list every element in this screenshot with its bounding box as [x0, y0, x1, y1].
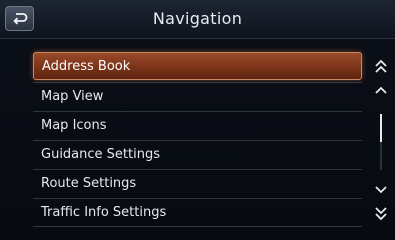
menu-item-label: Map View	[41, 89, 104, 104]
page-up-button[interactable]	[371, 58, 391, 76]
double-chevron-down-icon	[375, 207, 387, 221]
back-button[interactable]	[5, 6, 34, 31]
page-down-button[interactable]	[371, 204, 391, 222]
chevron-down-icon	[375, 186, 387, 194]
header-bar: Navigation	[0, 0, 395, 39]
menu-item-route-settings[interactable]: Route Settings	[33, 169, 362, 197]
back-arrow-icon	[13, 13, 28, 25]
menu-item-traffic-info-settings[interactable]: Traffic Info Settings	[33, 198, 362, 226]
menu-item-label: Route Settings	[41, 176, 137, 191]
menu-item-map-view[interactable]: Map View	[33, 82, 362, 110]
menu-item-address-book[interactable]: Address Book	[33, 52, 362, 80]
scroll-thumb[interactable]	[380, 114, 382, 142]
menu-item-guidance-settings[interactable]: Guidance Settings	[33, 140, 362, 168]
scroll-up-button[interactable]	[371, 82, 391, 100]
menu-list: Address Book Map View Map Icons Guidance…	[33, 52, 362, 228]
menu-item-label: Traffic Info Settings	[41, 205, 167, 220]
scroll-track[interactable]	[380, 114, 382, 170]
double-chevron-up-icon	[375, 59, 387, 73]
scrollbar	[371, 52, 391, 228]
menu-item-map-icons[interactable]: Map Icons	[33, 111, 362, 139]
list-divider	[33, 226, 362, 227]
menu-item-label: Address Book	[42, 59, 131, 74]
menu-item-label: Guidance Settings	[41, 147, 160, 162]
page-title: Navigation	[152, 9, 243, 28]
navigation-screen: Navigation Address Book Map View Map Ico…	[0, 0, 395, 240]
menu-item-label: Map Icons	[41, 118, 107, 133]
scroll-down-button[interactable]	[371, 180, 391, 198]
chevron-up-icon	[375, 86, 387, 94]
